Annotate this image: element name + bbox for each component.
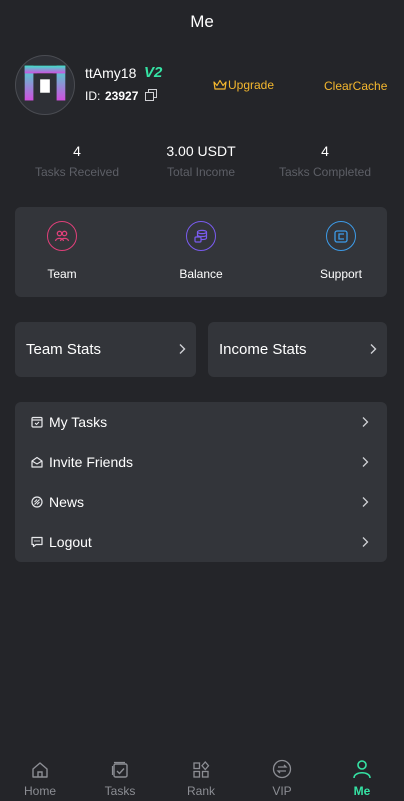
- card-title: Income Stats: [219, 341, 307, 358]
- team-icon: [47, 221, 77, 251]
- stat-value: 4: [73, 143, 81, 159]
- menu-panel: My Tasks Invite Friends News Logout: [15, 402, 387, 562]
- menu-item-label: My Tasks: [49, 414, 108, 430]
- tab-label: Tasks: [104, 784, 136, 798]
- team-stats-card[interactable]: Team Stats: [15, 322, 196, 377]
- tab-vip[interactable]: VIP: [242, 749, 322, 798]
- chevron-right-icon: [362, 457, 369, 467]
- page-header: Me: [0, 0, 404, 44]
- crown-icon: [213, 79, 227, 90]
- upgrade-button[interactable]: Upgrade: [213, 78, 274, 92]
- username: ttAmy18: [85, 65, 137, 81]
- stat-label: Tasks Completed: [278, 165, 372, 179]
- tab-label: Home: [23, 784, 56, 798]
- vip-icon: [272, 759, 292, 779]
- vip-level-badge: V2: [144, 64, 163, 81]
- tab-label: Rank: [186, 784, 215, 798]
- avatar[interactable]: [15, 55, 75, 115]
- upgrade-label: Upgrade: [228, 78, 275, 92]
- stat-value: 3.00 USDT: [166, 143, 236, 159]
- chevron-right-icon: [362, 417, 369, 427]
- chevron-right-icon: [179, 344, 186, 354]
- bottom-tab-bar: Home Tasks Rank VIP Me: [0, 749, 404, 801]
- menu-item-label: Logout: [49, 534, 92, 550]
- quick-action-label: Support: [319, 267, 363, 281]
- tab-me[interactable]: Me: [322, 749, 402, 798]
- tab-home[interactable]: Home: [0, 749, 80, 798]
- clear-cache-button[interactable]: ClearCache: [324, 79, 387, 93]
- menu-item-my-tasks[interactable]: My Tasks: [15, 402, 387, 442]
- menu-item-invite-friends[interactable]: Invite Friends: [15, 442, 387, 482]
- menu-item-news[interactable]: News: [15, 482, 387, 522]
- tab-rank[interactable]: Rank: [161, 749, 241, 798]
- menu-item-label: Invite Friends: [49, 454, 134, 470]
- user-icon: [353, 760, 371, 779]
- quick-action-label: Team: [47, 267, 77, 281]
- user-id-label: ID:: [85, 89, 101, 103]
- tasks-icon: [31, 416, 43, 428]
- quick-action-support[interactable]: Support: [291, 221, 391, 281]
- card-title: Team Stats: [26, 341, 102, 358]
- tab-tasks[interactable]: Tasks: [80, 749, 160, 798]
- quick-action-team[interactable]: Team: [12, 221, 112, 281]
- stat-total-income: 3.00 USDT Total Income: [136, 142, 266, 179]
- copy-icon[interactable]: [145, 89, 157, 101]
- logout-icon: [31, 536, 43, 548]
- menu-item-label: News: [49, 494, 85, 510]
- tab-label: Me: [353, 784, 371, 798]
- quick-action-label: Balance: [179, 267, 223, 281]
- stats-row: 4 Tasks Received 3.00 USDT Total Income …: [0, 142, 404, 182]
- chevron-right-icon: [362, 497, 369, 507]
- page-title: Me: [190, 12, 214, 31]
- stat-tasks-received: 4 Tasks Received: [12, 142, 142, 179]
- tab-label: VIP: [272, 784, 292, 798]
- user-id-value: 23927: [105, 89, 139, 103]
- profile-section: ttAmy18 V2 ID: 23927 Upgrade ClearCache: [15, 55, 391, 117]
- support-icon: [326, 221, 356, 251]
- income-stats-card[interactable]: Income Stats: [208, 322, 387, 377]
- balance-icon: [186, 221, 216, 251]
- quick-action-balance[interactable]: Balance: [151, 221, 251, 281]
- menu-item-logout[interactable]: Logout: [15, 522, 387, 562]
- chevron-right-icon: [362, 537, 369, 547]
- home-icon: [32, 762, 48, 778]
- stat-value: 4: [321, 143, 329, 159]
- rank-icon: [193, 761, 210, 778]
- stat-label: Total Income: [166, 165, 236, 179]
- quick-actions-panel: Team Balance Support: [15, 207, 387, 297]
- stat-label: Tasks Received: [34, 165, 120, 179]
- stat-tasks-completed: 4 Tasks Completed: [260, 142, 390, 179]
- chevron-right-icon: [370, 344, 377, 354]
- news-icon: [31, 496, 43, 508]
- invite-icon: [31, 456, 43, 468]
- tasks-tab-icon: [111, 761, 128, 778]
- avatar-logo-icon: [24, 65, 66, 101]
